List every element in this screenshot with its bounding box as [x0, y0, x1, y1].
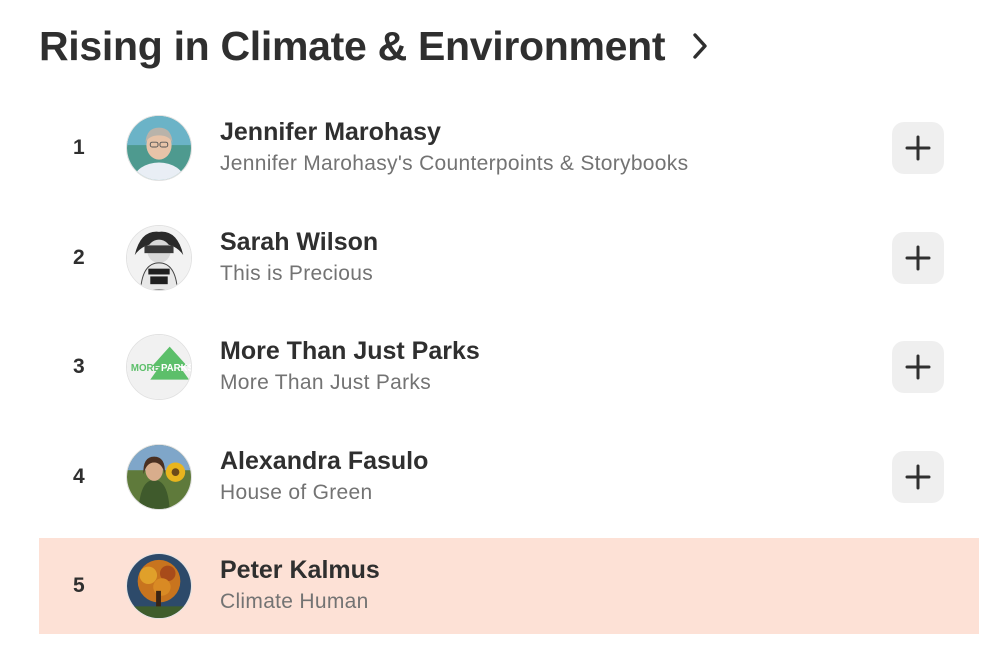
list-item[interactable]: 2 Sarah Wilson This is Precious	[39, 210, 979, 306]
avatar-image	[127, 116, 191, 180]
plus-icon	[905, 245, 931, 270]
avatar-image	[127, 554, 191, 618]
section-header: Rising in Climate & Environment	[39, 18, 713, 74]
plus-icon	[905, 354, 931, 380]
item-subtitle: More Than Just Parks	[220, 371, 432, 394]
avatar[interactable]	[126, 224, 192, 291]
item-name[interactable]: Peter Kalmus	[220, 554, 380, 586]
add-button[interactable]	[892, 231, 944, 284]
avatar[interactable]: MORE PARKS	[126, 334, 192, 400]
item-texts: Peter Kalmus Climate Human	[220, 554, 380, 618]
list-item[interactable]: 3 MORE PARKS More Than Just Parks More T…	[39, 319, 979, 415]
list-item[interactable]: 1 Jennifer Marohasy Jennifer Marohasy's …	[39, 100, 979, 196]
item-subtitle: This is Precious	[220, 261, 374, 285]
ranked-list: 1 Jennifer Marohasy Jennifer Marohasy's …	[39, 100, 979, 648]
add-button[interactable]	[892, 122, 944, 174]
rank-number: 4	[73, 464, 85, 488]
item-subtitle: Jennifer Marohasy's Counterpoints & Stor…	[220, 152, 689, 175]
plus-icon	[905, 464, 931, 489]
avatar-logo: MORE PARKS	[127, 335, 191, 399]
avatar-image	[127, 444, 191, 509]
rank-number: 3	[73, 355, 85, 378]
avatar[interactable]	[126, 115, 192, 181]
item-name[interactable]: Jennifer Marohasy	[220, 116, 688, 148]
rank-number: 2	[73, 245, 85, 269]
item-subtitle: Climate Human	[220, 590, 369, 613]
svg-text:PARKS: PARKS	[161, 363, 191, 374]
plus-icon	[905, 135, 931, 161]
list-item-highlighted[interactable]: 5 Peter Kalmus Climate Human	[39, 538, 979, 634]
item-name[interactable]: More Than Just Parks	[220, 335, 480, 367]
item-texts: Sarah Wilson This is Precious	[220, 226, 378, 290]
rank-number: 1	[73, 136, 85, 159]
item-texts: Jennifer Marohasy Jennifer Marohasy's Co…	[220, 116, 688, 180]
add-button[interactable]	[892, 341, 944, 393]
rank-number: 5	[73, 574, 85, 597]
section-title: Rising in Climate & Environment	[39, 22, 666, 69]
chevron-right-icon[interactable]	[687, 31, 713, 61]
svg-text:MORE: MORE	[131, 363, 161, 374]
add-button[interactable]	[892, 450, 944, 503]
page: Rising in Climate & Environment 1 Jennif…	[0, 0, 1000, 666]
item-name[interactable]: Sarah Wilson	[220, 226, 378, 258]
list-item[interactable]: 4 Alexandra Fasulo House of Green	[39, 429, 979, 525]
item-texts: Alexandra Fasulo House of Green	[220, 445, 428, 509]
item-name[interactable]: Alexandra Fasulo	[220, 445, 428, 477]
item-subtitle: House of Green	[220, 480, 373, 504]
avatar[interactable]	[126, 553, 192, 619]
avatar-image	[127, 225, 191, 290]
item-texts: More Than Just Parks More Than Just Park…	[220, 335, 480, 399]
avatar[interactable]	[126, 443, 192, 510]
